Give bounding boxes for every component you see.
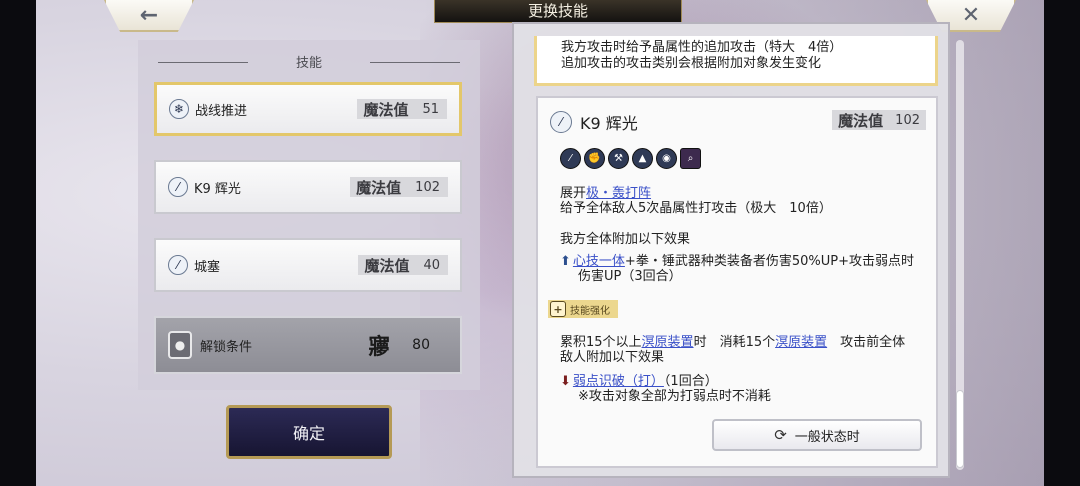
fist-icon: ✊ xyxy=(584,148,605,169)
mp-cost: 魔法值 51 xyxy=(357,99,447,119)
plus-icon: + xyxy=(550,301,566,317)
slash-icon: ⁄ xyxy=(168,177,188,197)
mp-value: 51 xyxy=(422,101,439,117)
description-line: 我方攻击时给予晶属性的追加攻击（特大 4倍） xyxy=(561,40,843,55)
buff-line: ⬆ 心技一体+拳・锤武器种类装备者伤害50%UP+攻击弱点时 xyxy=(560,254,914,269)
skill-type-icons: ⁄ ✊ ⚒ ▲ ◉ ⌕ xyxy=(560,148,701,169)
skill-item[interactable]: ⁄ K9 辉光 魔法值 102 xyxy=(154,160,462,214)
decorative-divider xyxy=(370,62,460,63)
mp-label: 魔法值 xyxy=(838,111,884,130)
condition-text: 累积15个以上 xyxy=(560,335,642,350)
mp-label: 魔法值 xyxy=(364,256,410,275)
description-line: 追加攻击的攻击类别会根据附加对象发生变化 xyxy=(561,56,822,71)
skill-name: 城塞 xyxy=(194,259,221,275)
mp-cost: 魔法值 102 xyxy=(350,177,448,197)
condition-line: 累积15个以上溟原装置时 消耗15个溟原装置 攻击前全体 xyxy=(560,335,905,350)
condition-line-2: 敌人附加以下效果 xyxy=(560,350,665,365)
locked-skill-slot[interactable]: ● 解锁条件 㝱 80 xyxy=(154,316,462,374)
deploy-line: 展开极・轰打阵 xyxy=(560,186,651,201)
skill-list-panel: 技能 ❄ 战线推进 魔法值 51 ⁄ K9 辉光 魔法值 102 ⁄ 城塞 魔法… xyxy=(138,40,480,390)
mp-label: 魔法值 xyxy=(363,100,409,119)
slash-icon: ⁄ xyxy=(560,148,581,169)
damage-line: 给予全体敌人5次晶属性打攻击（极大 10倍） xyxy=(560,201,832,216)
skill-name: K9 辉光 xyxy=(194,181,241,197)
padlock-icon: ● xyxy=(168,331,192,359)
back-button[interactable]: ← xyxy=(104,0,194,32)
buff-up-arrow-icon: ⬆ xyxy=(560,254,571,269)
refresh-icon: ⟳ xyxy=(774,426,787,444)
mp-value: 40 xyxy=(423,257,440,273)
state-button-label: 一般状态时 xyxy=(794,429,860,445)
enhance-label: 技能强化 xyxy=(570,305,610,317)
detail-mp-cost: 魔法值 102 xyxy=(832,110,926,130)
detail-header: ⁄ K9 辉光 xyxy=(550,110,638,134)
deploy-prefix: 展开 xyxy=(560,186,587,201)
search-icon: ⌕ xyxy=(680,148,701,169)
buff-line-2: 伤害UP（3回合） xyxy=(578,269,682,284)
unlock-requirement-value: 80 xyxy=(412,337,430,353)
unlock-requirement: 㝱 80 xyxy=(368,329,430,361)
deploy-link[interactable]: 极・轰打阵 xyxy=(586,186,651,201)
unlock-requirement-glyph: 㝱 xyxy=(368,335,391,360)
condition-text: 攻击前全体 xyxy=(827,335,906,350)
mp-label: 魔法值 xyxy=(356,178,402,197)
skill-name: 战线推进 xyxy=(195,103,248,119)
state-toggle-button[interactable]: ⟳ 一般状态时 xyxy=(712,419,922,451)
snowflake-icon: ❄ xyxy=(169,99,189,119)
skill-detail-panel: 我方攻击时给予晶属性的追加攻击（特大 4倍） 追加攻击的攻击类别会根据附加对象发… xyxy=(512,22,950,478)
mp-value: 102 xyxy=(895,112,920,128)
skill-detail-card: ⁄ K9 辉光 魔法值 102 ⁄ ✊ ⚒ ▲ ◉ ⌕ 展开极・轰打阵 给予全体… xyxy=(536,96,938,468)
scrollbar-thumb[interactable] xyxy=(956,390,964,468)
device-link[interactable]: 溟原装置 xyxy=(775,335,827,350)
hammer-icon: ⚒ xyxy=(608,148,629,169)
slash-icon: ⁄ xyxy=(550,111,572,133)
buff-text: +拳・锤武器种类装备者伤害50%UP+攻击弱点时 xyxy=(624,254,914,269)
previous-skill-description: 我方攻击时给予晶属性的追加攻击（特大 4倍） 追加攻击的攻击类别会根据附加对象发… xyxy=(534,36,938,86)
slash-icon: ⁄ xyxy=(168,255,188,275)
page-title: 更换技能 xyxy=(434,0,682,23)
debuff-down-arrow-icon: ⬇ xyxy=(560,374,571,389)
left-screen-edge xyxy=(0,0,36,486)
mp-value: 102 xyxy=(415,179,440,195)
debuff-line: ⬇ 弱点识破（打）（1回合） xyxy=(560,374,718,389)
skill-item-selected[interactable]: ❄ 战线推进 魔法值 51 xyxy=(154,82,462,136)
detail-scrollbar[interactable] xyxy=(956,40,964,470)
hammer-up-icon: ▲ xyxy=(632,148,653,169)
detail-skill-name: K9 辉光 xyxy=(580,114,638,133)
buff-link[interactable]: 心技一体 xyxy=(573,254,625,269)
condition-text: 时 消耗15个 xyxy=(693,335,776,350)
back-arrow-icon: ← xyxy=(139,2,159,28)
debuff-turns: （1回合） xyxy=(663,374,718,389)
unlock-condition-label: 解锁条件 xyxy=(200,339,253,355)
device-link[interactable]: 溟原装置 xyxy=(642,335,694,350)
eye-icon: ◉ xyxy=(656,148,677,169)
debuff-link[interactable]: 弱点识破（打） xyxy=(573,374,664,389)
right-screen-edge xyxy=(1044,0,1080,486)
effect-heading: 我方全体附加以下效果 xyxy=(560,232,691,247)
mp-cost: 魔法值 40 xyxy=(358,255,448,275)
debuff-note: ※攻击对象全部为打弱点时不消耗 xyxy=(578,389,771,404)
skill-enhance-badge: + 技能强化 xyxy=(548,300,618,318)
confirm-button[interactable]: 确定 xyxy=(226,405,392,459)
close-icon: ✕ xyxy=(961,2,981,28)
skill-item[interactable]: ⁄ 城塞 魔法值 40 xyxy=(154,238,462,292)
